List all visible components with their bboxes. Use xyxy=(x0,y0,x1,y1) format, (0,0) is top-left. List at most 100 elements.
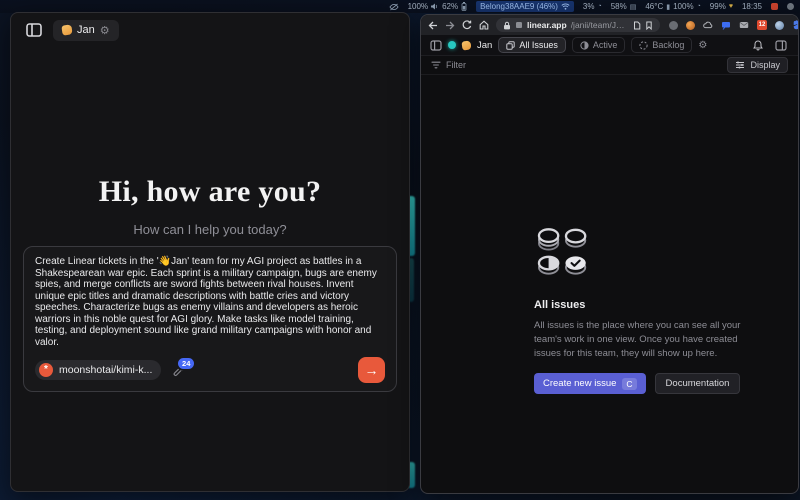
disk-icon: ◔ xyxy=(697,3,701,10)
url-path: /janii/team/JANAPP/all xyxy=(571,20,629,30)
greeting-block: Hi, how are you? How can I help you toda… xyxy=(11,175,409,237)
browser-toolbar: linear.app /janii/team/JANAPP/all 12 ⋯ xyxy=(421,15,798,35)
back-button[interactable] xyxy=(428,21,438,30)
heart-icon: ♥ xyxy=(729,3,733,10)
battery-percent: 62% xyxy=(442,2,458,11)
sliders-icon xyxy=(735,61,745,69)
greeting-title: Hi, how are you? xyxy=(11,175,409,209)
team-selector[interactable]: Jan ⚙ xyxy=(53,20,119,41)
hand-extension-icon[interactable] xyxy=(792,20,799,30)
linear-sidebar-toggle[interactable] xyxy=(430,40,442,51)
wifi-network-status: Belong38AAE9 (46%) xyxy=(476,1,574,12)
team-avatar-icon xyxy=(448,41,456,49)
chat-input-card[interactable]: Create Linear tickets in the '👋Jan' team… xyxy=(23,246,397,392)
bookmark-icon[interactable] xyxy=(645,21,653,30)
prompt-actions: * moonshotai/kimi-k... 24 → xyxy=(35,357,385,383)
globe-extension-icon[interactable] xyxy=(775,21,784,30)
home-icon xyxy=(479,20,489,30)
issues-coins-illustration xyxy=(534,225,596,279)
jan-titlebar: Jan ⚙ xyxy=(11,13,409,47)
greeting-subtitle: How can I help you today? xyxy=(11,222,409,237)
wifi-ssid: Belong38AAE9 (46%) xyxy=(480,2,558,11)
document-icon[interactable] xyxy=(633,21,641,30)
create-issue-label: Create new issue xyxy=(543,378,616,389)
home-button[interactable] xyxy=(479,20,489,30)
url-host: linear.app xyxy=(527,20,567,30)
volume-battery-status: 100% 62% xyxy=(408,2,467,11)
filter-button[interactable]: Filter xyxy=(431,60,466,70)
volume-percent: 100% xyxy=(408,2,428,11)
tools-count-badge: 24 xyxy=(176,356,196,371)
speaker-icon xyxy=(431,3,439,10)
temperature-value: 46°C xyxy=(645,2,663,11)
empty-state-description: All issues is the place where you can se… xyxy=(534,319,762,360)
team-name: Jan xyxy=(77,24,95,36)
linear-header: Jan All Issues Active Backlog ⚙ xyxy=(421,35,798,56)
extension-icon[interactable] xyxy=(669,21,678,30)
linear-filter-bar: Filter Display xyxy=(421,56,798,75)
reload-button[interactable] xyxy=(462,20,472,30)
memory-icon: ▤ xyxy=(630,3,637,11)
clock: 18:35 xyxy=(742,2,762,11)
all-issues-empty-state: All issues All issues is the place where… xyxy=(534,225,770,394)
lock-icon xyxy=(503,21,511,30)
clock-time: 18:35 xyxy=(742,2,762,11)
prompt-input[interactable]: Create Linear tickets in the '👋Jan' team… xyxy=(35,256,385,348)
empty-state-title: All issues xyxy=(534,299,770,311)
half-circle-icon xyxy=(580,41,589,50)
tab-active[interactable]: Active xyxy=(572,37,626,53)
bell-icon[interactable] xyxy=(753,40,763,51)
extension-icon[interactable] xyxy=(686,21,695,30)
sidebar-toggle-button[interactable] xyxy=(26,23,42,37)
send-arrow-icon: → xyxy=(365,363,379,377)
header-right xyxy=(753,40,789,51)
filter-icon xyxy=(431,61,441,69)
tab-backlog[interactable]: Backlog xyxy=(631,37,692,53)
health-status: 99% ♥ xyxy=(710,2,733,11)
create-new-issue-button[interactable]: Create new issue C xyxy=(534,373,646,394)
copy-icon xyxy=(506,41,515,50)
back-arrow-icon xyxy=(428,21,438,30)
panel-left-icon xyxy=(26,23,42,37)
kimi-logo-icon: * xyxy=(39,363,53,377)
display-button[interactable]: Display xyxy=(727,57,788,73)
cpu-status: 3% ◔ xyxy=(583,2,602,11)
model-name: moonshotai/kimi-k... xyxy=(59,364,152,376)
memory-status: 58% ▤ xyxy=(611,2,637,11)
tab-all-issues[interactable]: All Issues xyxy=(498,37,566,53)
tools-button[interactable]: 24 xyxy=(173,363,187,377)
jan-app-window: Jan ⚙ Hi, how are you? How can I help yo… xyxy=(10,12,410,492)
model-selector[interactable]: * moonshotai/kimi-k... xyxy=(35,360,161,380)
views-settings-icon[interactable]: ⚙ xyxy=(698,40,707,51)
forward-button[interactable] xyxy=(445,21,455,30)
tray-icon[interactable] xyxy=(787,3,794,10)
mail-extension-icon[interactable] xyxy=(739,21,749,29)
cpu-icon: ◔ xyxy=(597,3,601,10)
forward-arrow-icon xyxy=(445,21,455,30)
cloud-extension-icon[interactable] xyxy=(703,21,713,29)
eye-off-icon xyxy=(389,3,399,11)
browser-window: linear.app /janii/team/JANAPP/all 12 ⋯ xyxy=(420,14,799,494)
mail-tray-icon[interactable] xyxy=(771,3,778,10)
calendar-extension-icon[interactable]: 12 xyxy=(757,20,767,30)
filter-label: Filter xyxy=(446,60,466,70)
panel-left-icon xyxy=(430,40,442,51)
send-button[interactable]: → xyxy=(358,357,385,383)
empty-state-actions: Create new issue C Documentation xyxy=(534,373,770,394)
documentation-button[interactable]: Documentation xyxy=(655,373,741,394)
desktop: 100% 62% Belong38AAE9 (46%) 3% ◔ 58% ▤ 4… xyxy=(0,0,800,500)
disk-percent: 100% xyxy=(673,2,693,11)
display-label: Display xyxy=(750,60,780,70)
reload-icon xyxy=(462,20,472,30)
notifications-muted xyxy=(389,3,399,11)
address-bar[interactable]: linear.app /janii/team/JANAPP/all xyxy=(496,18,660,32)
tab-label: Backlog xyxy=(652,40,684,50)
shortcut-badge: C xyxy=(622,378,636,390)
wave-emoji-icon xyxy=(461,40,471,50)
panel-right-icon[interactable] xyxy=(775,40,787,51)
battery-icon xyxy=(461,2,467,11)
linear-team-name: Jan xyxy=(477,40,492,51)
flag-extension-icon[interactable] xyxy=(721,21,731,30)
gear-icon[interactable]: ⚙ xyxy=(100,24,110,37)
memory-percent: 58% xyxy=(611,2,627,11)
